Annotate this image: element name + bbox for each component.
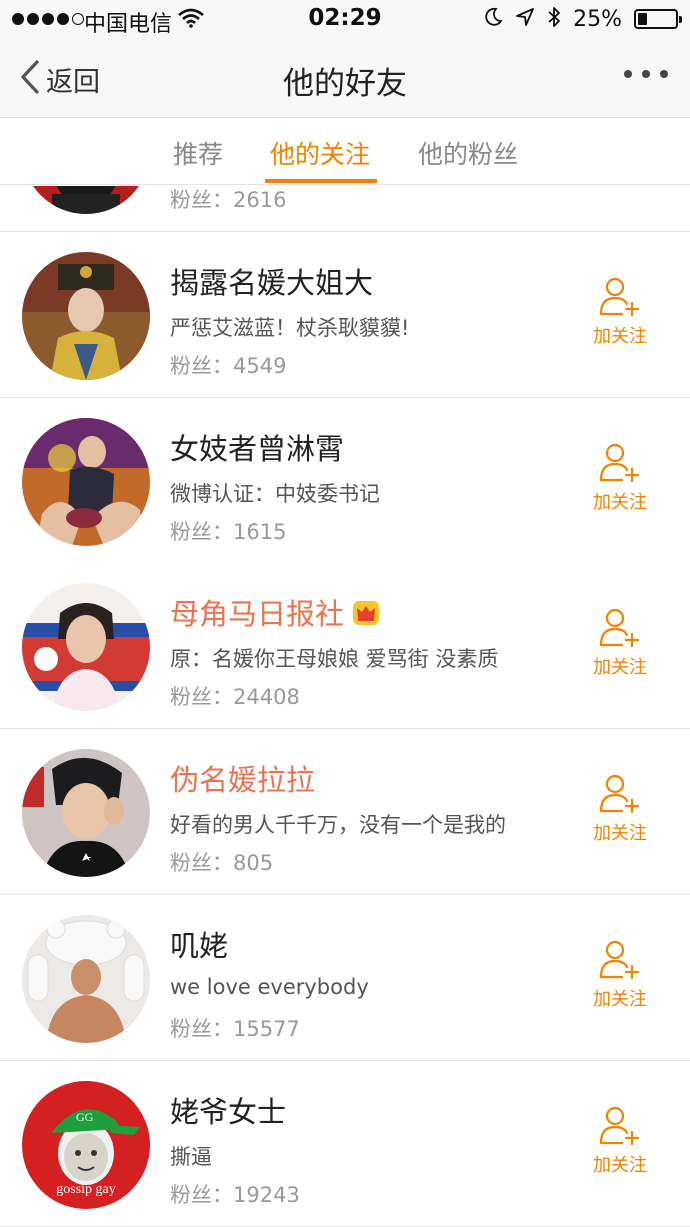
avatar[interactable] — [22, 749, 150, 877]
following-list: 粉丝：2616 揭露名媛大姐大 严惩艾滋蓝！杖杀耿貘貘! 粉丝：4549 加关注 — [0, 186, 690, 1227]
user-name[interactable]: 伪名媛拉拉 — [170, 757, 315, 799]
fans-count: 粉丝：24408 — [170, 685, 300, 709]
fans-count: 粉丝：805 — [170, 851, 274, 875]
add-user-icon — [578, 276, 662, 318]
vip-crown-icon — [352, 599, 380, 633]
list-item[interactable]: 粉丝：2616 — [0, 186, 690, 232]
battery-icon — [634, 9, 682, 29]
follow-label: 加关注 — [593, 326, 647, 347]
follow-button[interactable]: 加关注 — [578, 939, 662, 1019]
user-name[interactable]: 姥爷女士 — [170, 1089, 286, 1131]
more-options-icon[interactable] — [624, 70, 668, 78]
add-user-icon — [578, 773, 662, 815]
tab-bar: 推荐 他的关注 他的粉丝 — [0, 119, 690, 185]
tab-following[interactable]: 他的关注 — [270, 135, 370, 171]
list-item[interactable]: 母角马日报社 原：名媛你王母娘娘 爱骂街 没素质 粉丝：24408 加关注 — [0, 563, 690, 729]
follow-button[interactable]: 加关注 — [578, 607, 662, 687]
user-bio: 原：名媛你王母娘娘 爱骂街 没素质 — [170, 647, 499, 671]
add-user-icon — [578, 939, 662, 981]
follow-button[interactable]: 加关注 — [578, 276, 662, 356]
navigation-bar: 返回 他的好友 — [0, 40, 690, 118]
avatar-caption-text: gossip gay — [56, 1182, 116, 1197]
active-tab-indicator — [265, 179, 377, 183]
list-item[interactable]: GG gossip gay 姥爷女士 撕逼 粉丝：19243 加关注 — [0, 1061, 690, 1227]
fans-count: 粉丝：19243 — [170, 1183, 300, 1207]
follow-button[interactable]: 加关注 — [578, 442, 662, 522]
follow-button[interactable]: 加关注 — [578, 1105, 662, 1185]
fans-count: 粉丝：2616 — [170, 188, 287, 212]
fans-count: 粉丝：4549 — [170, 354, 287, 378]
user-name[interactable]: 揭露名媛大姐大 — [170, 260, 373, 302]
user-bio: 好看的男人千千万，没有一个是我的 — [170, 813, 506, 837]
status-bar: 中国电信 02:29 25% — [0, 0, 690, 40]
user-name[interactable]: 女妓者曾淋霄 — [170, 426, 344, 468]
location-icon — [515, 7, 535, 31]
battery-percent: 25% — [573, 6, 622, 32]
user-bio: we love everybody — [170, 975, 369, 999]
user-name[interactable]: 叽姥 — [170, 923, 228, 965]
fans-count: 粉丝：15577 — [170, 1017, 300, 1041]
avatar-cap-text: GG — [76, 1110, 94, 1124]
avatar[interactable] — [22, 418, 150, 546]
battery-fill — [638, 13, 647, 25]
avatar[interactable]: GG gossip gay — [22, 1081, 150, 1209]
tab-followers[interactable]: 他的粉丝 — [418, 135, 518, 171]
follow-button[interactable]: 加关注 — [578, 773, 662, 853]
user-bio: 严惩艾滋蓝！杖杀耿貘貘! — [170, 316, 410, 340]
fans-count: 粉丝：1615 — [170, 520, 287, 544]
follow-label: 加关注 — [593, 989, 647, 1010]
list-item[interactable]: 伪名媛拉拉 好看的男人千千万，没有一个是我的 粉丝：805 加关注 — [0, 729, 690, 895]
avatar[interactable] — [22, 915, 150, 1043]
follow-label: 加关注 — [593, 1155, 647, 1176]
list-item[interactable]: 叽姥 we love everybody 粉丝：15577 加关注 — [0, 895, 690, 1061]
add-user-icon — [578, 442, 662, 484]
avatar[interactable] — [22, 186, 150, 214]
follow-label: 加关注 — [593, 657, 647, 678]
avatar[interactable] — [22, 583, 150, 711]
add-user-icon — [578, 1105, 662, 1147]
list-item[interactable]: 揭露名媛大姐大 严惩艾滋蓝！杖杀耿貘貘! 粉丝：4549 加关注 — [0, 232, 690, 398]
moon-icon — [483, 7, 503, 31]
tab-recommended[interactable]: 推荐 — [173, 135, 223, 171]
user-bio: 微博认证：中妓委书记 — [170, 482, 380, 506]
follow-label: 加关注 — [593, 492, 647, 513]
user-bio: 撕逼 — [170, 1145, 212, 1169]
follow-label: 加关注 — [593, 823, 647, 844]
page-title: 他的好友 — [283, 66, 407, 102]
bluetooth-icon — [547, 6, 561, 32]
list-item[interactable]: 女妓者曾淋霄 微博认证：中妓委书记 粉丝：1615 加关注 — [0, 398, 690, 564]
user-name[interactable]: 母角马日报社 — [170, 591, 380, 633]
avatar[interactable] — [22, 252, 150, 380]
add-user-icon — [578, 607, 662, 649]
